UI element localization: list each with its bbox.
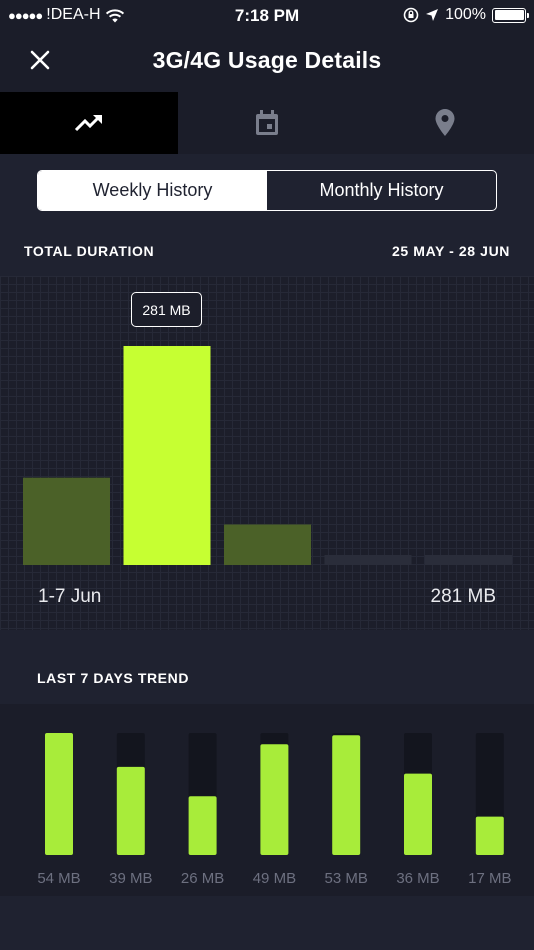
trend-label-3: 26 MB <box>181 870 224 887</box>
selected-total-label: 281 MB <box>430 586 496 607</box>
battery-percent: 100% <box>445 6 486 23</box>
weekly-bar-4[interactable] <box>324 555 412 565</box>
weekly-bar-1[interactable] <box>23 477 110 565</box>
nav-bar: 3G/4G Usage Details <box>0 32 534 92</box>
tab-usage-trend[interactable] <box>0 92 178 154</box>
weekly-bar-2[interactable] <box>123 346 211 565</box>
weekly-bar-3[interactable] <box>224 524 311 565</box>
trend-bar-1[interactable] <box>45 733 73 855</box>
date-range-label: 25 MAY - 28 JUN <box>392 243 510 259</box>
history-toggle: Weekly History Monthly History <box>37 170 497 211</box>
trend-label-5: 53 MB <box>325 870 368 887</box>
calendar-icon <box>256 110 278 135</box>
weekly-history-button[interactable]: Weekly History <box>38 171 267 210</box>
trend-label-7: 17 MB <box>468 870 511 887</box>
weekly-usage-chart <box>0 276 534 630</box>
total-duration-label: TOTAL DURATION <box>24 243 155 259</box>
trend-chart-svg: 54 MB 39 MB 26 MB 49 MB 53 MB 36 MB 17 MB <box>37 733 511 887</box>
rotation-lock-icon <box>403 7 419 23</box>
trend-label-6: 36 MB <box>396 870 439 887</box>
tab-bar <box>0 92 534 154</box>
trending-up-icon <box>74 115 102 132</box>
status-right: 100% <box>403 6 529 24</box>
location-arrow-icon <box>426 9 439 21</box>
status-bar: ●●●●● !DEA-H 7:18 PM 100% <box>0 0 534 32</box>
trend-label-2: 39 MB <box>109 870 152 887</box>
trend-label-4: 49 MB <box>253 870 296 887</box>
trend-label-1: 54 MB <box>37 870 80 887</box>
trend-chart: 54 MB 39 MB 26 MB 49 MB 53 MB 36 MB 17 MB <box>0 704 534 896</box>
location-pin-icon <box>435 109 455 136</box>
trend-bar-3[interactable] <box>188 796 217 855</box>
selected-range-label: 1-7 Jun <box>38 586 102 607</box>
trend-bar-2[interactable] <box>116 766 145 855</box>
total-duration-header: TOTAL DURATION 25 MAY - 28 JUN <box>24 243 510 259</box>
trend-bar-7[interactable] <box>475 816 504 855</box>
bottom-spacer <box>0 896 534 950</box>
trend-bar-5[interactable] <box>332 735 361 855</box>
weekly-bar-5[interactable] <box>425 555 512 565</box>
trend-bar-4[interactable] <box>260 744 289 855</box>
trend-title: LAST 7 DAYS TREND <box>37 670 190 686</box>
monthly-history-button[interactable]: Monthly History <box>267 171 496 210</box>
weekly-usage-chart-svg <box>23 346 512 565</box>
tab-location[interactable] <box>356 92 534 154</box>
battery-icon <box>492 7 529 23</box>
tab-calendar[interactable] <box>178 92 356 154</box>
selected-bar-tooltip: 281 MB <box>131 292 202 327</box>
trend-bar-6[interactable] <box>404 773 432 855</box>
page-title: 3G/4G Usage Details <box>152 47 382 73</box>
